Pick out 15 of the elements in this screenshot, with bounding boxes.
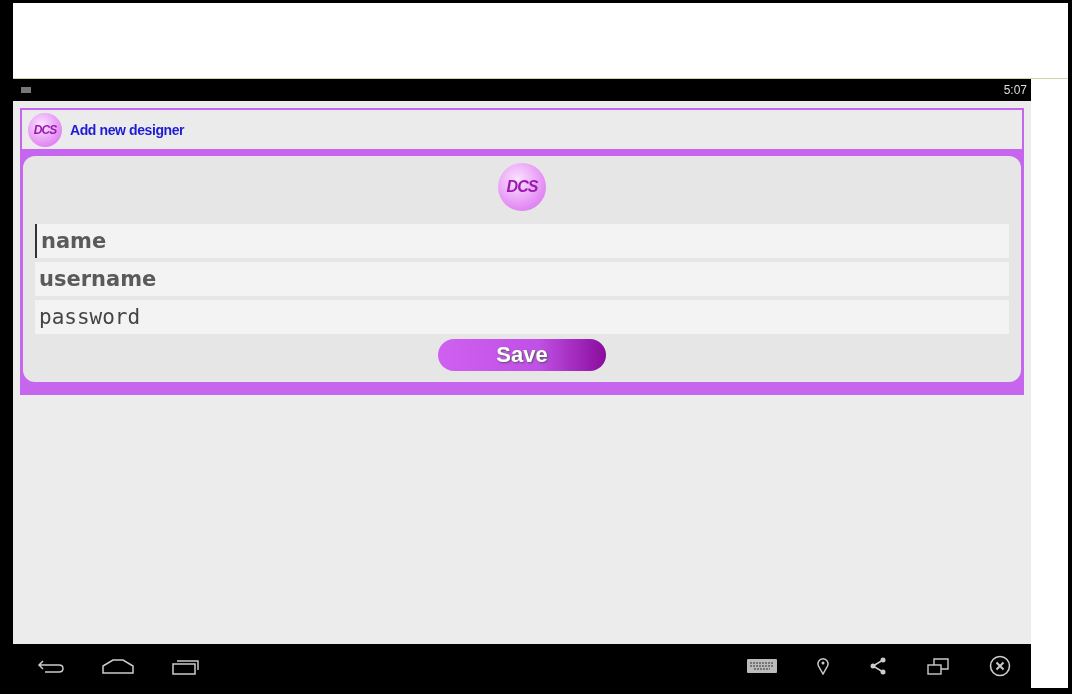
app-logo: DCS — [28, 112, 62, 147]
location-pin-icon[interactable] — [817, 657, 829, 675]
app-logo: DCS — [498, 163, 546, 211]
back-icon[interactable] — [37, 658, 65, 674]
save-button[interactable]: Save — [438, 339, 606, 371]
recent-apps-icon[interactable] — [171, 657, 201, 675]
input-field[interactable]: name — [35, 224, 1009, 258]
status-time: 5:07 — [1003, 83, 1027, 97]
close-icon[interactable] — [989, 655, 1011, 677]
window-resize-icon[interactable] — [927, 657, 949, 675]
screen-title: Add new designer — [70, 121, 185, 138]
share-icon[interactable] — [869, 657, 887, 675]
password-field[interactable]: password — [35, 300, 1009, 334]
input-field[interactable]: username — [35, 262, 1009, 296]
home-icon[interactable] — [101, 658, 135, 674]
